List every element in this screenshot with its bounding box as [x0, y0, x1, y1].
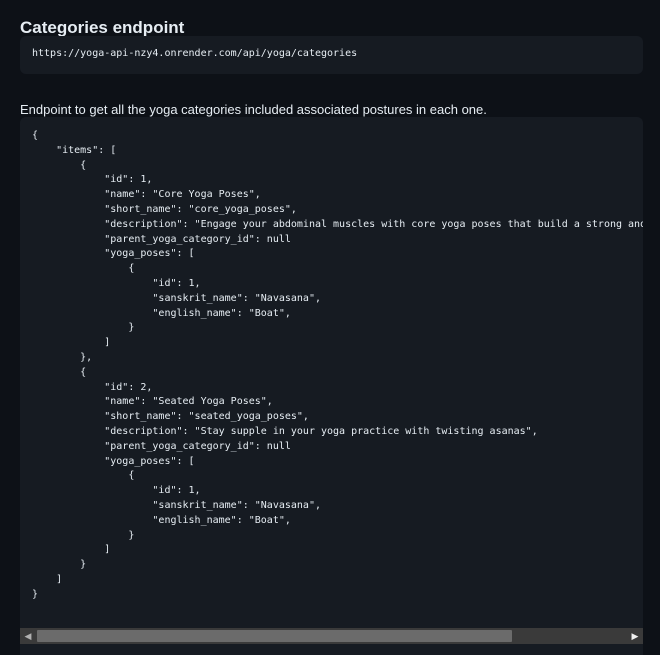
code-line: "short_name": "core_yoga_poses",: [32, 203, 297, 215]
json-code: { "items": [ { "id": 1, "name": "Core Yo…: [20, 117, 643, 603]
endpoint-url-block: https://yoga-api-nzy4.onrender.com/api/y…: [20, 36, 643, 74]
code-line: {: [32, 470, 135, 482]
code-line: "sanskrit_name": "Navasana",: [32, 499, 321, 511]
code-line: "parent_yoga_category_id": null: [32, 440, 291, 452]
code-line: ]: [32, 573, 63, 585]
code-line: {: [32, 366, 87, 378]
scroll-right-icon[interactable]: ▶: [627, 628, 643, 644]
horizontal-scrollbar[interactable]: ◀ ▶: [20, 628, 643, 644]
code-line: {: [32, 159, 87, 171]
code-line: "english_name": "Boat",: [32, 307, 291, 319]
code-line: "id": 1,: [32, 174, 153, 186]
code-line: "yoga_poses": [: [32, 248, 195, 260]
code-line: "short_name": "seated_yoga_poses",: [32, 411, 309, 423]
code-line: {: [32, 130, 39, 141]
code-line: }: [32, 529, 135, 541]
code-line: "items": [: [32, 144, 117, 156]
code-line: "english_name": "Boat",: [32, 514, 291, 526]
code-line: },: [32, 351, 93, 363]
code-block-bottom-padding: [20, 644, 643, 655]
code-line: "id": 2,: [32, 381, 153, 393]
code-line: }: [32, 559, 87, 571]
json-response-code-block: { "items": [ { "id": 1, "name": "Core Yo…: [20, 117, 643, 655]
code-line: }: [32, 588, 39, 600]
code-line: "name": "Seated Yoga Poses",: [32, 396, 273, 408]
scrollbar-thumb[interactable]: [37, 630, 512, 642]
scroll-left-icon[interactable]: ◀: [20, 628, 36, 644]
code-scroll-area[interactable]: { "items": [ { "id": 1, "name": "Core Yo…: [20, 117, 643, 627]
code-line: "parent_yoga_category_id": null: [32, 233, 291, 245]
endpoint-url[interactable]: https://yoga-api-nzy4.onrender.com/api/y…: [32, 48, 357, 59]
code-line: "id": 1,: [32, 277, 201, 289]
code-line: "name": "Core Yoga Poses",: [32, 189, 261, 201]
endpoint-description: Endpoint to get all the yoga categories …: [20, 102, 487, 117]
code-line: "description": "Engage your abdominal mu…: [32, 218, 643, 230]
code-line: "sanskrit_name": "Navasana",: [32, 292, 321, 304]
code-line: }: [32, 322, 135, 334]
code-line: "description": "Stay supple in your yoga…: [32, 425, 538, 437]
code-line: "id": 1,: [32, 485, 201, 497]
code-line: "yoga_poses": [: [32, 455, 195, 467]
code-line: {: [32, 263, 135, 275]
code-line: ]: [32, 337, 111, 349]
code-line: ]: [32, 544, 111, 556]
